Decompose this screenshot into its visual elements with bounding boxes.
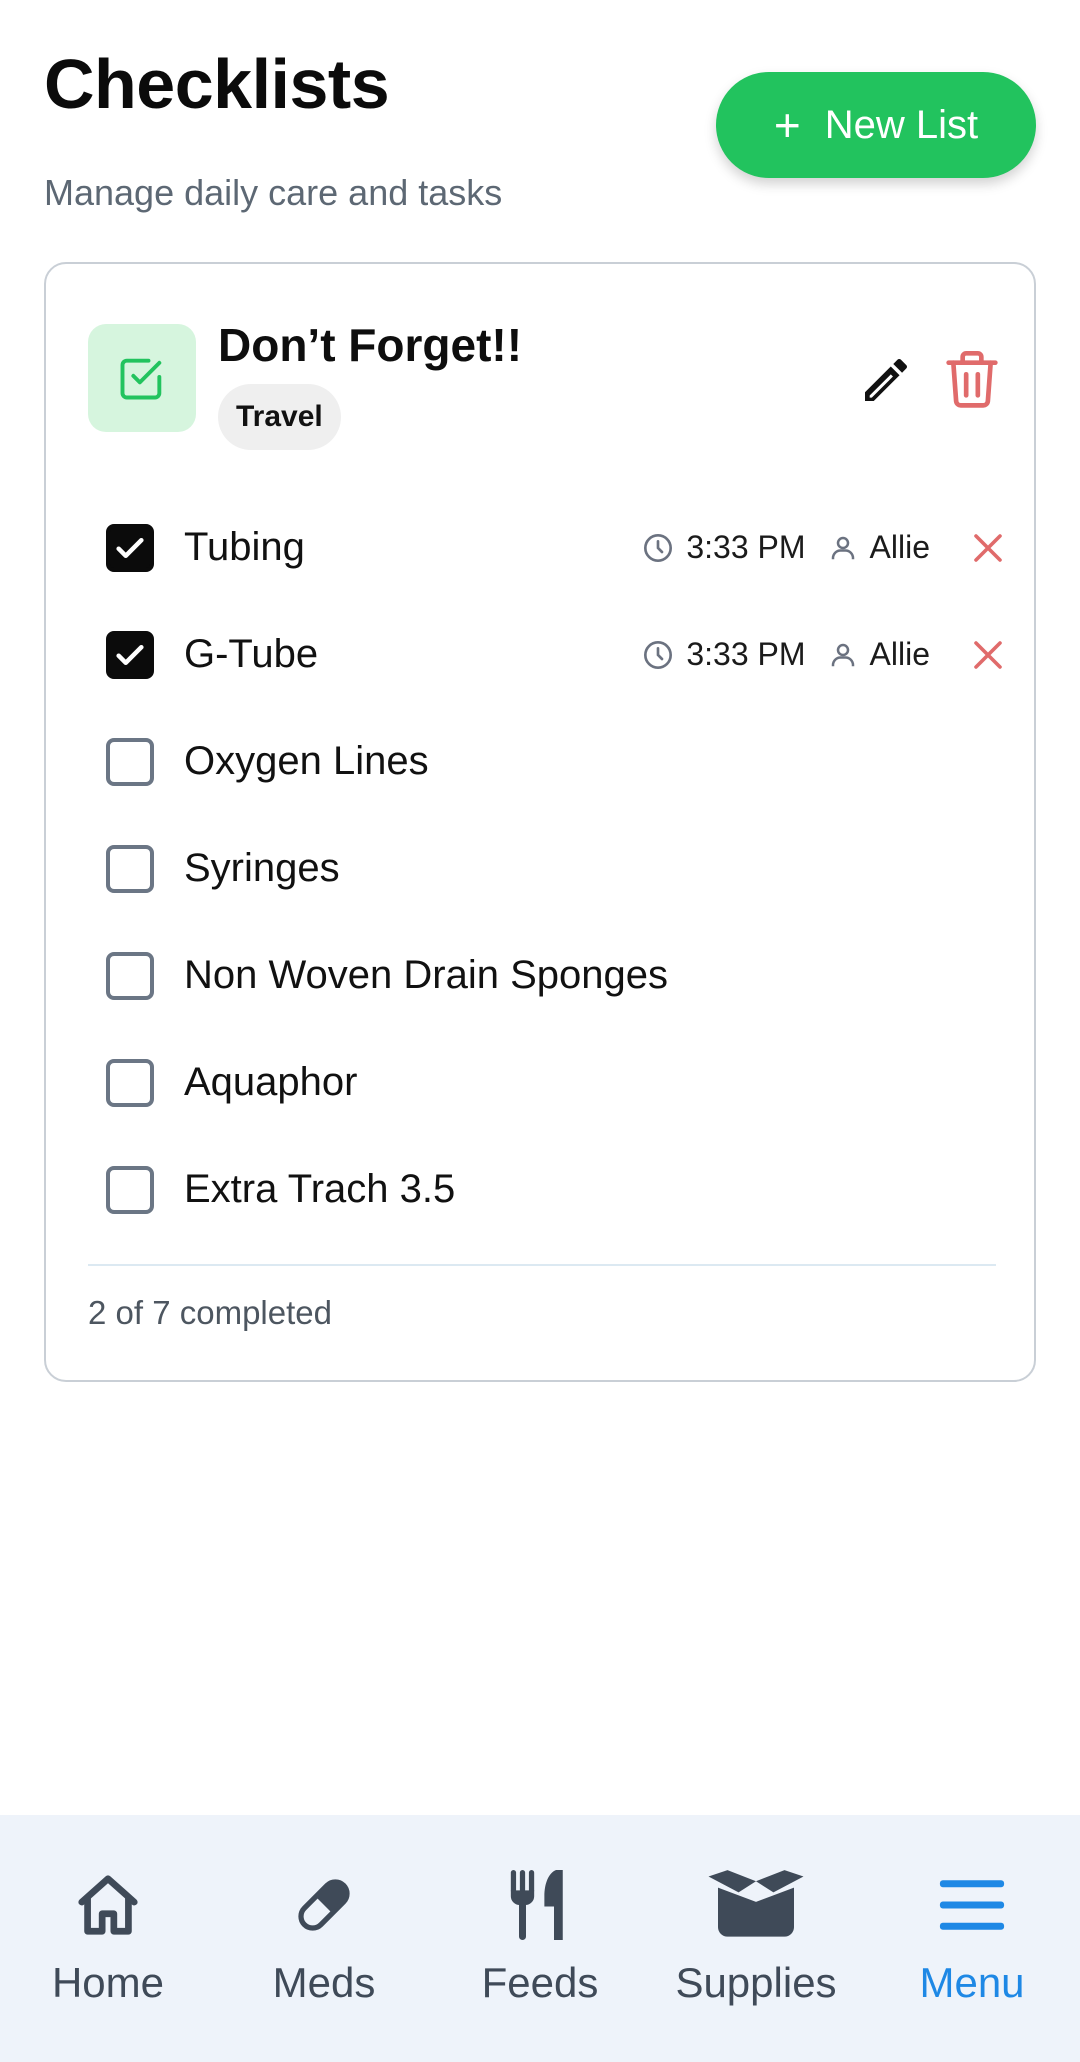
item-label[interactable]: G-Tube	[184, 632, 318, 677]
check-icon	[116, 537, 144, 558]
user-icon	[831, 643, 854, 666]
menu-icon	[939, 1880, 1005, 1930]
edit-button[interactable]	[858, 352, 914, 408]
nav-item-meds[interactable]: Meds	[216, 1815, 432, 2062]
page-title: Checklists	[44, 45, 390, 123]
page-header: Checklists Manage daily care and tasks +…	[44, 0, 1036, 240]
item-checkbox[interactable]	[106, 523, 154, 572]
list-item: G-Tube 3:33 PM Allie	[106, 601, 1006, 708]
list-item: Syringes	[106, 815, 1006, 922]
item-checkbox[interactable]	[106, 1165, 154, 1214]
item-checkbox[interactable]	[106, 951, 154, 1000]
list-item: Extra Trach 3.5	[106, 1136, 1006, 1243]
progress-summary: 2 of 7 completed	[88, 1294, 332, 1331]
item-checkbox[interactable]	[106, 737, 154, 786]
home-icon	[78, 1875, 138, 1935]
delete-button[interactable]	[944, 348, 1000, 410]
item-label[interactable]: Syringes	[184, 846, 340, 891]
checklist-icon	[88, 324, 196, 432]
checklist-title: Don’t Forget!!	[218, 319, 523, 371]
nav-label-feeds: Feeds	[481, 1959, 599, 2006]
list-item: Tubing 3:33 PM Allie	[106, 494, 1006, 601]
item-completion-meta: 3:33 PM Allie	[642, 494, 1006, 601]
completed-by: Allie	[869, 529, 930, 565]
item-checkbox[interactable]	[106, 630, 154, 679]
pencil-icon	[865, 358, 908, 401]
utensils-icon	[510, 1870, 563, 1940]
divider	[88, 1264, 996, 1266]
nav-label-meds: Meds	[272, 1959, 376, 2006]
clock-icon	[644, 640, 673, 669]
completed-by: Allie	[869, 636, 930, 672]
nav-item-supplies[interactable]: Supplies	[648, 1815, 864, 2062]
completed-time: 3:33 PM	[686, 529, 806, 565]
box-icon	[708, 1870, 804, 1937]
close-icon[interactable]	[970, 637, 1006, 673]
nav-item-feeds[interactable]: Feeds	[432, 1815, 648, 2062]
pill-icon	[298, 1879, 350, 1931]
completed-time: 3:33 PM	[686, 636, 806, 672]
nav-item-menu[interactable]: Menu	[864, 1815, 1080, 2062]
nav-label-menu: Menu	[919, 1959, 1025, 2006]
nav-label-home: Home	[51, 1959, 165, 2006]
page-subtitle: Manage daily care and tasks	[44, 172, 503, 213]
plus-icon: +	[773, 99, 801, 151]
user-icon	[831, 536, 854, 559]
checklist-card: Don’t Forget!! Travel Tubing 3:33 PM All…	[44, 262, 1036, 1382]
bottom-nav: Home Meds Feeds Supplies Menu	[0, 1815, 1080, 2062]
nav-item-home[interactable]: Home	[0, 1815, 216, 2062]
trash-icon	[946, 351, 998, 408]
new-list-label: New List	[824, 102, 979, 147]
clock-icon	[644, 533, 673, 562]
item-label[interactable]: Extra Trach 3.5	[184, 1167, 455, 1212]
item-label[interactable]: Aquaphor	[184, 1060, 357, 1105]
check-icon	[116, 644, 144, 665]
checklist-items: Tubing 3:33 PM Allie G-Tube 3:33 PM Alli…	[106, 494, 1006, 1243]
item-label[interactable]: Oxygen Lines	[184, 739, 429, 784]
nav-label-supplies: Supplies	[675, 1959, 837, 2006]
item-checkbox[interactable]	[106, 844, 154, 893]
category-tag: Travel	[218, 384, 341, 450]
item-checkbox[interactable]	[106, 1058, 154, 1107]
item-label[interactable]: Non Woven Drain Sponges	[184, 953, 668, 998]
list-item: Non Woven Drain Sponges	[106, 922, 1006, 1029]
item-label[interactable]: Tubing	[184, 525, 305, 570]
item-completion-meta: 3:33 PM Allie	[642, 601, 1006, 708]
list-item: Aquaphor	[106, 1029, 1006, 1136]
close-icon[interactable]	[970, 530, 1006, 566]
new-list-button[interactable]: + New List	[716, 72, 1036, 178]
list-item: Oxygen Lines	[106, 708, 1006, 815]
